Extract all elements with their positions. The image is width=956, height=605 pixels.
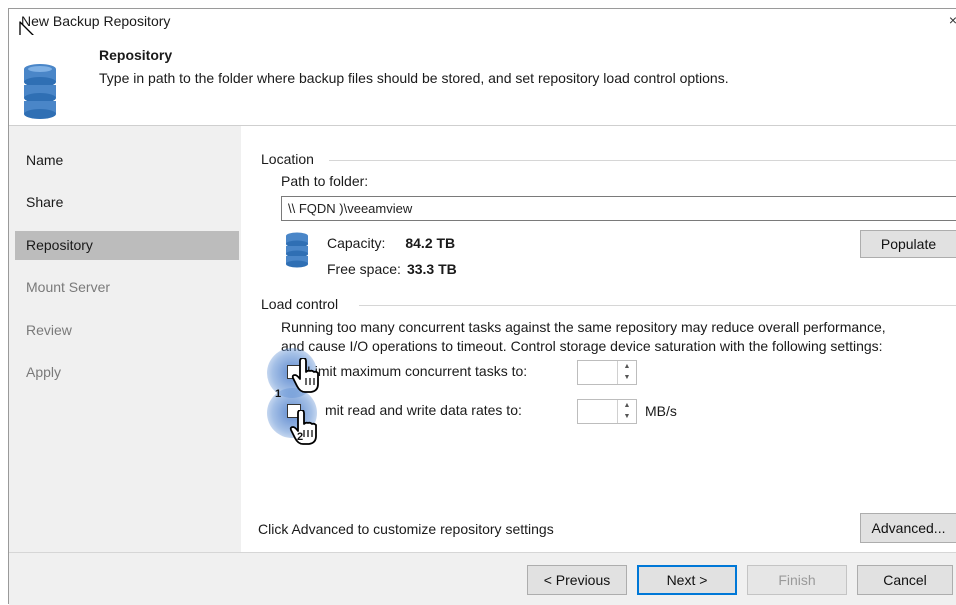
callout-number-2: 2: [297, 431, 304, 443]
capacity-row: Capacity: 84.2 TB: [327, 235, 455, 251]
sidebar-item-apply: Apply: [26, 364, 62, 380]
wizard-steps-sidebar: Name Share Repository Mount Server Revie…: [9, 126, 241, 552]
hand-pointer-icon: [291, 358, 319, 393]
load-control-description-line2: and cause I/O operations to timeout. Con…: [281, 338, 883, 354]
max-concurrent-tasks-spinner[interactable]: ▲ ▼: [577, 360, 637, 385]
sidebar-item-repository[interactable]: Repository: [15, 231, 239, 260]
page-subtitle: Type in path to the folder where backup …: [99, 70, 729, 86]
populate-button[interactable]: Populate: [860, 230, 956, 258]
data-rate-spinner[interactable]: ▲ ▼: [577, 399, 637, 424]
location-group-label: Location: [261, 151, 314, 167]
capacity-value: 84.2 TB: [405, 235, 456, 251]
free-space-label: Free space:: [327, 261, 401, 277]
previous-button[interactable]: < Previous: [527, 565, 627, 595]
finish-button: Finish: [747, 565, 847, 595]
sidebar-item-name[interactable]: Name: [15, 146, 239, 175]
repository-settings-panel: Location Path to folder: \\ FQDN )\veeam…: [241, 126, 956, 552]
limit-data-rates-label: mit read and write data rates to:: [325, 402, 522, 418]
wizard-header: Repository Type in path to the folder wh…: [9, 35, 956, 125]
free-space-row: Free space: 33.3 TB: [327, 261, 457, 277]
hand-pointer-icon: [289, 410, 317, 445]
sidebar-item-mount-server: Mount Server: [26, 279, 111, 295]
advanced-button[interactable]: Advanced...: [860, 513, 956, 543]
rate-unit-label: MB/s: [645, 403, 677, 419]
sidebar-item-share[interactable]: Share: [15, 188, 239, 217]
load-control-group-rule: [359, 305, 956, 306]
advanced-hint: Click Advanced to customize repository s…: [258, 521, 554, 537]
database-icon: [286, 232, 308, 268]
wizard-window: New Backup Repository × Repository Type …: [8, 8, 956, 605]
window-title: New Backup Repository: [21, 13, 171, 29]
page-title: Repository: [99, 47, 173, 63]
spinner-arrows-icon[interactable]: ▲ ▼: [617, 361, 636, 384]
cancel-button[interactable]: Cancel: [857, 565, 953, 595]
load-control-group-label: Load control: [261, 296, 339, 312]
limit-concurrent-tasks-label: Limit maximum concurrent tasks to:: [307, 363, 528, 379]
database-icon: [24, 64, 56, 119]
location-group-rule: [329, 160, 956, 161]
load-control-description-line1: Running too many concurrent tasks agains…: [281, 319, 886, 335]
path-to-folder-input[interactable]: \\ FQDN )\veeamview: [281, 196, 956, 221]
next-button[interactable]: Next >: [637, 565, 737, 595]
path-label: Path to folder:: [281, 173, 369, 189]
close-icon[interactable]: ×: [949, 12, 956, 28]
spinner-arrows-icon[interactable]: ▲ ▼: [617, 400, 636, 423]
capacity-label: Capacity:: [327, 235, 386, 251]
sidebar-item-review: Review: [26, 322, 72, 338]
callout-number-1: 1: [275, 388, 282, 400]
wizard-footer: < Previous Next > Finish Cancel: [9, 552, 956, 605]
free-space-value: 33.3 TB: [406, 261, 457, 277]
